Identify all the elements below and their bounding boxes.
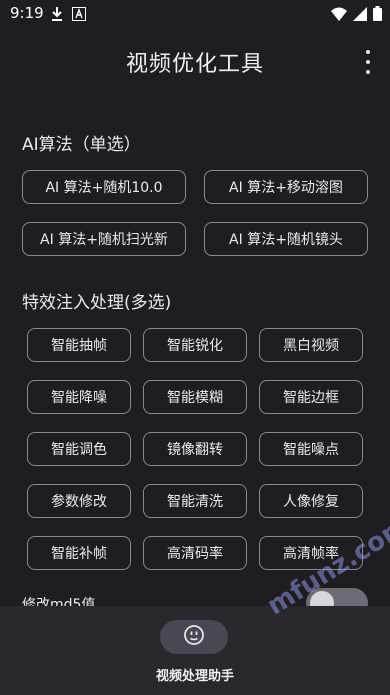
battery-icon (373, 6, 382, 25)
algorithm-option[interactable]: AI 算法+随机扫光新 (22, 222, 186, 256)
effect-option[interactable]: 高清帧率 (259, 536, 363, 570)
signal-icon (353, 6, 367, 25)
app-bar: 视频优化工具 (0, 28, 390, 92)
effect-option[interactable]: 黑白视频 (259, 328, 363, 362)
effect-option[interactable]: 智能边框 (259, 380, 363, 414)
effects-section-title: 特效注入处理(多选) (22, 293, 172, 313)
effect-option[interactable]: 参数修改 (27, 484, 131, 518)
screen: 9:19 视频优化工具 AI算法（单选） AI 算法+随机10.0 AI 算法+… (0, 0, 390, 695)
algorithm-section-title: AI算法（单选） (22, 135, 141, 155)
effect-option[interactable]: 智能调色 (27, 432, 131, 466)
effect-option[interactable]: 镜像翻转 (143, 432, 247, 466)
nav-item-label: 视频处理助手 (155, 669, 234, 684)
bottom-nav: 视频处理助手 (0, 606, 390, 695)
effect-option[interactable]: 高清码率 (143, 536, 247, 570)
effect-option[interactable]: 智能锐化 (143, 328, 247, 362)
effect-option[interactable]: 智能噪点 (259, 432, 363, 466)
status-icons (331, 6, 382, 25)
page-title: 视频优化工具 (125, 52, 264, 77)
status-time: 9:19 (10, 4, 44, 22)
algorithm-option[interactable]: AI 算法+随机镜头 (204, 222, 368, 256)
a-badge-icon (72, 6, 86, 25)
effect-option[interactable]: 智能模糊 (143, 380, 247, 414)
effect-option[interactable]: 人像修复 (259, 484, 363, 518)
effect-option[interactable]: 智能降噪 (27, 380, 131, 414)
wifi-icon (331, 6, 347, 25)
algorithm-option[interactable]: AI 算法+随机10.0 (22, 170, 186, 204)
effect-option[interactable]: 智能补帧 (27, 536, 131, 570)
status-bar: 9:19 (0, 0, 390, 28)
effect-option[interactable]: 智能抽帧 (27, 328, 131, 362)
more-vert-icon[interactable] (360, 50, 376, 74)
nav-item-video-helper[interactable] (160, 620, 228, 654)
effect-option[interactable]: 智能清洗 (143, 484, 247, 518)
download-icon (50, 6, 64, 26)
algorithm-option[interactable]: AI 算法+移动溶图 (204, 170, 368, 204)
smiley-icon (183, 624, 205, 650)
